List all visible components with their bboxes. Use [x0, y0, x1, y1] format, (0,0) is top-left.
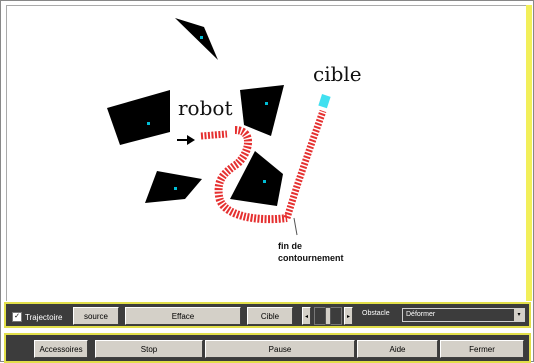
- target-marker: [318, 94, 331, 109]
- obstacle-bottom-left: [145, 171, 202, 203]
- trajectoire-checkbox[interactable]: ✓ Trajectoire: [12, 310, 63, 324]
- efface-button[interactable]: Efface: [125, 307, 241, 325]
- obstacle-top: [175, 18, 218, 60]
- accent-bar: [526, 5, 532, 301]
- simulation-canvas[interactable]: cible robot fin de contournement: [6, 5, 527, 301]
- obstacle-select-value: Déformer: [406, 311, 436, 318]
- obstacle-right-top: [240, 85, 284, 136]
- source-button[interactable]: source: [73, 307, 119, 325]
- slider-left-arrow-icon[interactable]: ◂: [302, 307, 311, 325]
- obstacle-center: [230, 151, 283, 206]
- aide-button[interactable]: Aide: [357, 340, 438, 358]
- fin-leader-line: [293, 217, 298, 236]
- pause-button[interactable]: Pause: [205, 340, 355, 358]
- cible-label: cible: [313, 62, 362, 86]
- cible-button[interactable]: Cible: [247, 307, 293, 325]
- slider-thumb[interactable]: [325, 307, 331, 325]
- obstacle-left: [107, 90, 170, 145]
- fin-label-line2: contournement: [278, 253, 344, 263]
- robot-arrow-icon: [177, 135, 195, 145]
- scene-drawing: [107, 18, 331, 236]
- fermer-button[interactable]: Fermer: [440, 340, 524, 358]
- fin-label-line1: fin de: [278, 241, 302, 251]
- obstacle-label: Obstacle: [362, 310, 390, 317]
- fin-contournement-label: fin de contournement: [278, 240, 344, 264]
- stop-button[interactable]: Stop: [95, 340, 203, 358]
- trajectoire-label: Trajectoire: [25, 312, 63, 322]
- app-window: cible robot fin de contournement ✓ Traje…: [0, 0, 534, 363]
- action-toolbar: Accessoires Stop Pause Aide Fermer: [4, 333, 531, 363]
- control-toolbar: ✓ Trajectoire source Efface Cible ◂ ▸ Ob…: [4, 302, 531, 328]
- obstacle-select[interactable]: Déformer ▾: [402, 308, 525, 322]
- robot-label: robot: [178, 96, 233, 120]
- slider-right-arrow-icon[interactable]: ▸: [344, 307, 353, 325]
- checkbox-check-icon: ✓: [12, 312, 22, 322]
- chevron-down-icon[interactable]: ▾: [514, 309, 524, 321]
- accessoires-button[interactable]: Accessoires: [34, 340, 88, 358]
